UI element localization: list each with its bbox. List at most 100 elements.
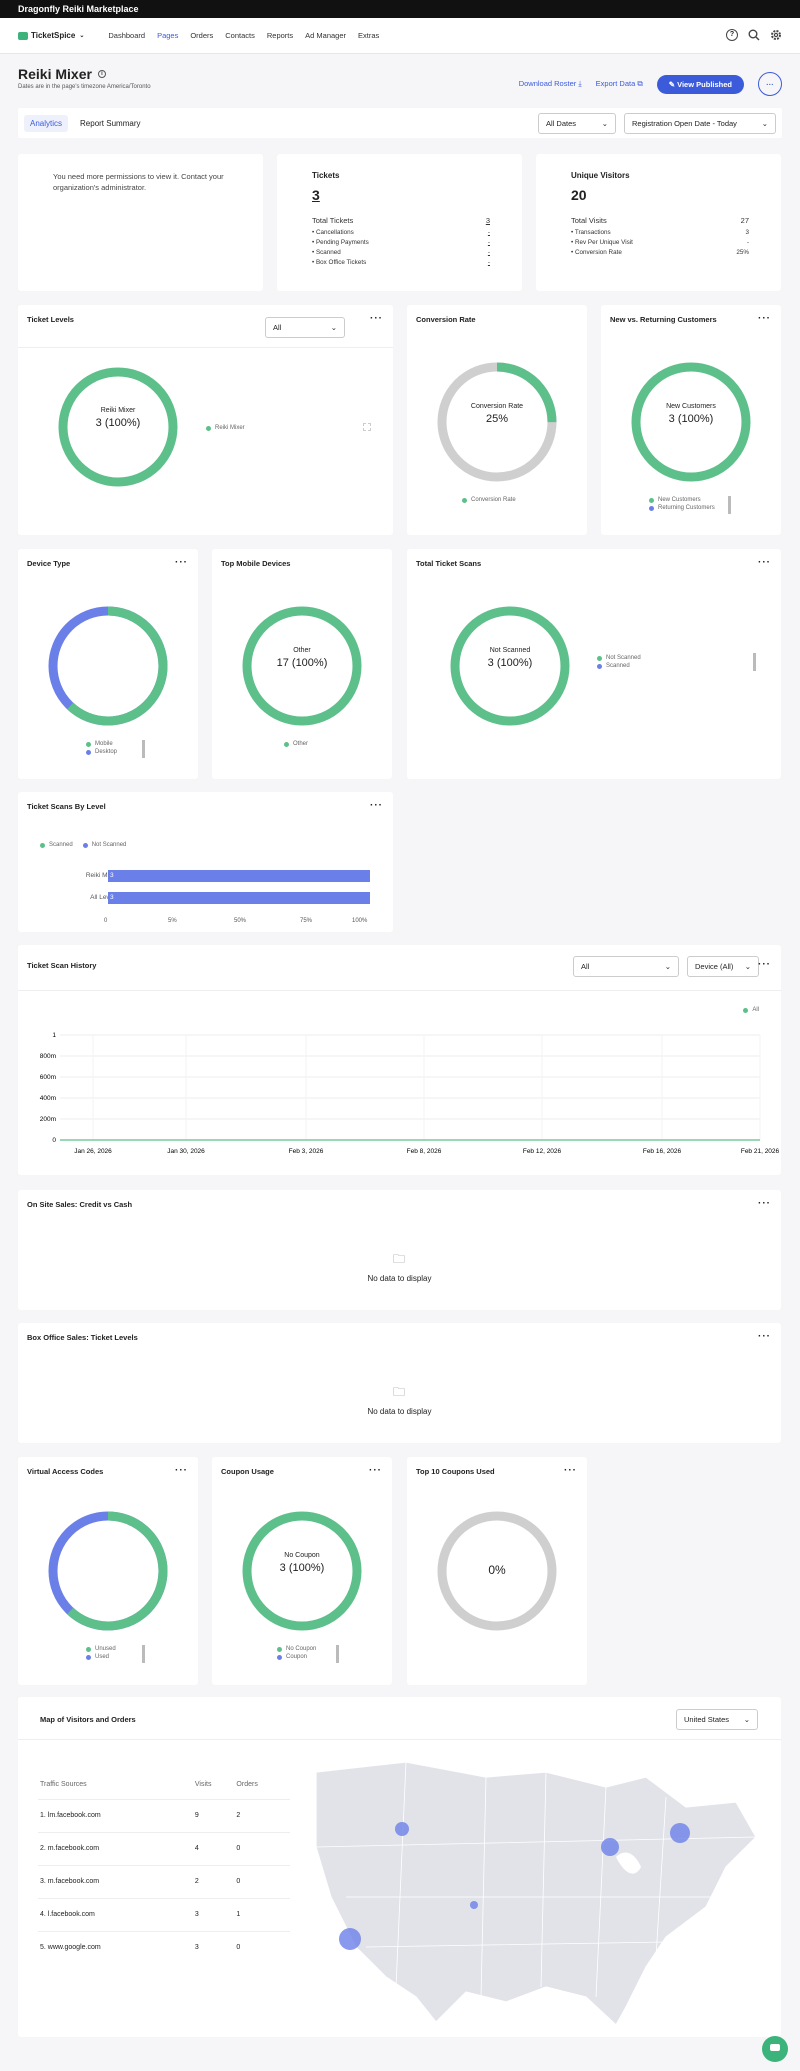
bar-all-levels[interactable]: 3 [108, 892, 370, 904]
logo[interactable]: TicketSpice ⌄ [18, 31, 84, 40]
export-data-button[interactable]: Export Data ⧉ [596, 79, 643, 89]
nav-pages[interactable]: Pages [157, 31, 178, 40]
chevron-down-icon: ⌄ [761, 118, 768, 128]
onsite-sales-title: On Site Sales: Credit vs Cash [27, 1200, 133, 1209]
coupon-usage-title: Coupon Usage [221, 1467, 274, 1476]
main-nav: TicketSpice ⌄ Dashboard Pages Orders Cont… [0, 18, 800, 54]
onsite-sales-menu-button[interactable]: ··· [758, 1198, 771, 1209]
stat-row: Total Visits 27 [571, 216, 749, 225]
ticket-levels-filter[interactable]: All ⌄ [265, 317, 345, 338]
legend-scrollbar[interactable] [753, 653, 756, 671]
legend-item[interactable]: Not Scanned [82, 842, 126, 848]
bar-label: Reiki Mixer [85, 872, 118, 879]
legend-item[interactable]: Mobile [86, 741, 117, 747]
ticket-levels-menu-button[interactable]: ··· [370, 313, 383, 324]
legend-item[interactable]: Other [284, 741, 308, 747]
table-row: 4. l.facebook.com 3 1 [38, 1898, 290, 1931]
legend-item[interactable]: Coupon [277, 1654, 316, 1660]
virtual-codes-menu-button[interactable]: ··· [175, 1465, 188, 1476]
legend-scrollbar[interactable] [142, 1645, 145, 1663]
donut-center-label: No Coupon [284, 1552, 320, 1559]
donut-center-value: 3 (100%) [487, 657, 533, 669]
legend-item[interactable]: Desktop [86, 749, 117, 755]
chevron-down-icon: ⌄ [743, 1715, 750, 1724]
top-coupons-title: Top 10 Coupons Used [416, 1467, 495, 1476]
map-marker [670, 1823, 690, 1843]
map-marker [601, 1838, 619, 1856]
x-tick-label: Feb 21, 2026 [741, 1148, 780, 1155]
bar-reiki-mixer[interactable]: 3 [108, 870, 370, 882]
coupon-usage-menu-button[interactable]: ··· [369, 1465, 382, 1476]
view-published-button[interactable]: ✎ View Published [656, 74, 744, 94]
stat-row: • Cancellations - [312, 229, 490, 236]
nav-orders[interactable]: Orders [190, 31, 213, 40]
coupon-usage-card: Coupon Usage ··· No Coupon 3 (100%) No C… [212, 1457, 392, 1685]
date-range-select[interactable]: Registration Open Date - Today ⌄ [624, 112, 776, 134]
country-select[interactable]: United States ⌄ [676, 1709, 758, 1730]
nav-contacts[interactable]: Contacts [225, 31, 255, 40]
new-returning-title: New vs. Returning Customers [610, 315, 717, 324]
conversion-card: Conversion Rate Conversion Rate 25% Conv… [407, 305, 587, 535]
legend-item[interactable]: Used [86, 1654, 116, 1660]
legend-item[interactable]: Scanned [597, 663, 641, 669]
legend-scrollbar[interactable] [728, 496, 731, 514]
tab-report-summary[interactable]: Report Summary [74, 115, 146, 132]
empty-folder-icon: 🗀 [393, 1252, 406, 1266]
ticket-levels-card: Ticket Levels All ⌄ ··· Reiki Mixer 3 (10… [18, 305, 393, 535]
tab-analytics[interactable]: Analytics [24, 114, 69, 132]
more-options-button[interactable]: ··· [758, 72, 782, 96]
tick-label: 50% [234, 918, 247, 924]
box-office-menu-button[interactable]: ··· [758, 1331, 771, 1342]
onsite-sales-card: On Site Sales: Credit vs Cash ··· 🗀 No d… [18, 1190, 781, 1310]
legend-item[interactable]: Reiki Mixer [206, 425, 245, 431]
legend-item[interactable]: Conversion Rate [462, 497, 516, 503]
donut-center-value: 25% [485, 413, 509, 425]
nav-reports[interactable]: Reports [267, 31, 293, 40]
nav-ad-manager[interactable]: Ad Manager [305, 31, 346, 40]
date-filter-select[interactable]: All Dates ⌄ [538, 112, 616, 134]
legend-item[interactable]: Unused [86, 1646, 116, 1652]
legend-item[interactable]: Not Scanned [597, 655, 641, 661]
map-card: Map of Visitors and Orders United States… [18, 1697, 781, 2037]
legend-item[interactable]: Returning Customers [649, 505, 715, 511]
device-type-card: Device Type ··· Mobile Desktop [18, 549, 198, 779]
bar-label: All Levels [90, 894, 118, 901]
stat-row: • Box Office Tickets - [312, 259, 490, 266]
total-scans-menu-button[interactable]: ··· [758, 557, 771, 568]
new-returning-menu-button[interactable]: ··· [758, 313, 771, 324]
nav-dashboard[interactable]: Dashboard [108, 31, 145, 40]
scan-history-chart: 1 800m 600m 400m 200m 0 Jan 26, 2026 Jan 30, 20… [18, 945, 781, 1175]
x-tick-label: Feb 8, 2026 [407, 1148, 442, 1155]
traffic-sources-table: Traffic Sources Visits Orders 1. lm.face… [38, 1771, 290, 1964]
help-icon[interactable]: ? [726, 28, 738, 41]
tickets-card: Tickets 3 Total Tickets 3 • Cancellations -… [277, 154, 522, 291]
donut-center-value: 3 (100%) [95, 417, 141, 429]
donut-center-label: Not Scanned [489, 647, 531, 654]
search-icon[interactable] [748, 29, 760, 43]
stat-row: • Transactions 3 [571, 229, 749, 236]
x-tick-label: Feb 12, 2026 [523, 1148, 562, 1155]
legend-scroll[interactable] [363, 423, 371, 431]
tickets-title: Tickets [312, 171, 340, 180]
legend-scrollbar[interactable] [336, 1645, 339, 1663]
box-office-title: Box Office Sales: Ticket Levels [27, 1333, 138, 1342]
device-type-menu-button[interactable]: ··· [175, 557, 188, 568]
info-icon[interactable]: i [97, 70, 106, 78]
nav-extras[interactable]: Extras [358, 31, 379, 40]
legend-item[interactable]: Scanned [40, 842, 73, 848]
chat-button[interactable] [762, 2036, 788, 2062]
tickets-value[interactable]: 3 [312, 187, 320, 203]
table-row: 5. www.google.com 3 0 [40, 1944, 241, 1952]
scans-by-level-menu-button[interactable]: ··· [370, 800, 383, 811]
legend-item[interactable]: No Coupon [277, 1646, 316, 1652]
legend-item[interactable]: New Customers [649, 497, 715, 503]
ticket-levels-title: Ticket Levels [27, 315, 74, 324]
table-row: 1. lm.facebook.com 9 2 [38, 1799, 290, 1832]
visitors-map[interactable] [286, 1757, 766, 2027]
gear-icon[interactable] [770, 29, 782, 43]
top-coupons-menu-button[interactable]: ··· [564, 1465, 577, 1476]
conversion-title: Conversion Rate [416, 315, 476, 324]
stat-row: Total Tickets 3 [312, 216, 490, 225]
download-roster-button[interactable]: Download Roster ⤓ [519, 79, 582, 89]
legend-scrollbar[interactable] [142, 740, 145, 758]
